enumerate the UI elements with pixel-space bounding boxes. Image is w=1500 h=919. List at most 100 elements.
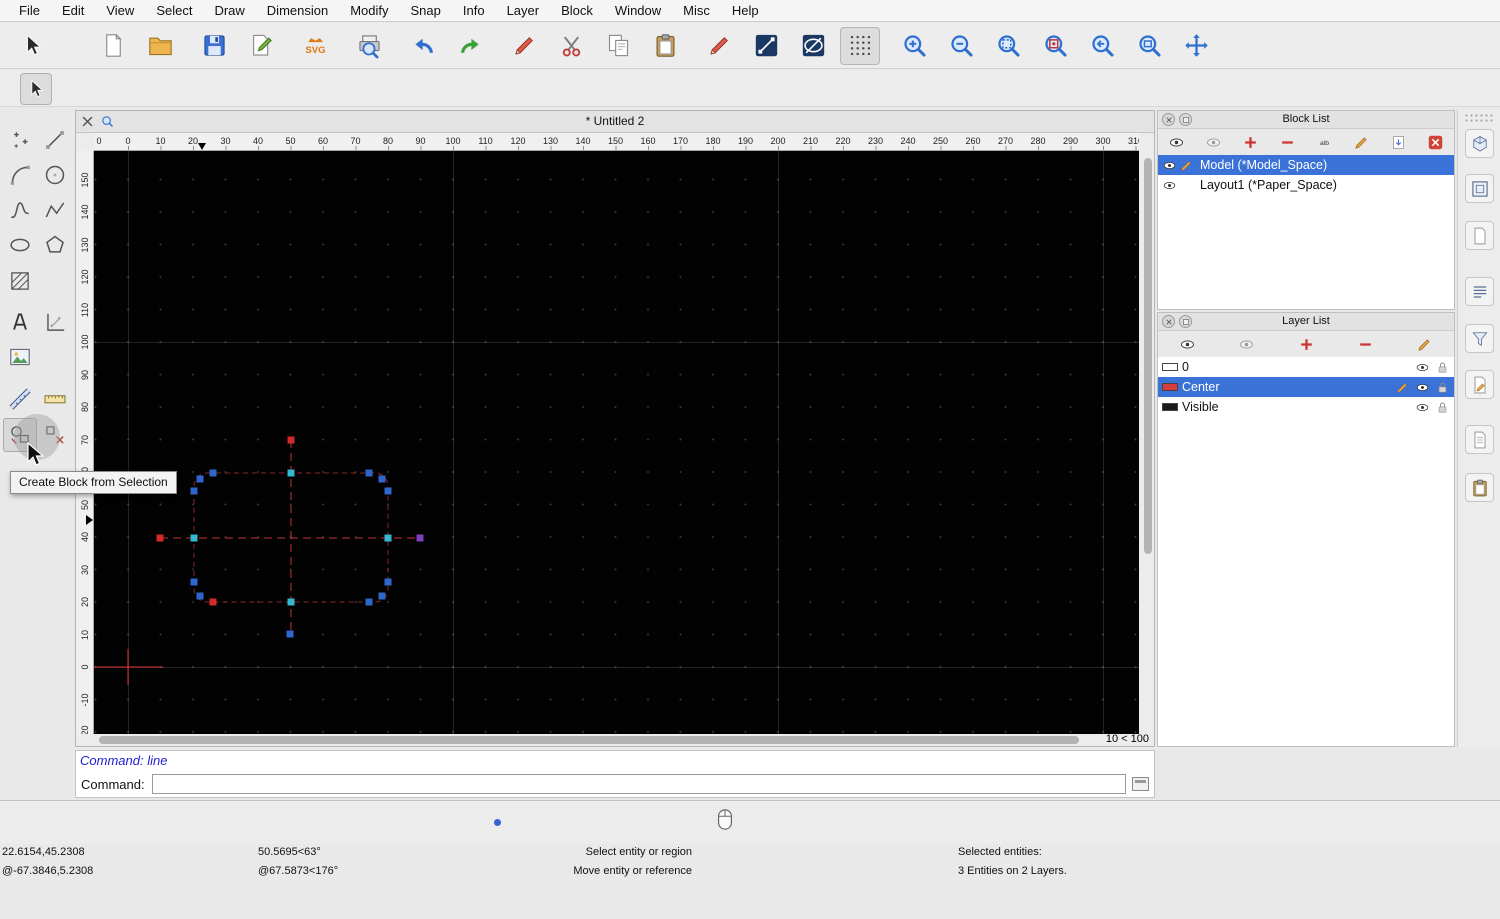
layer-list-close-button[interactable] [1162, 315, 1175, 328]
layer-row-icons[interactable] [1395, 380, 1450, 395]
export-svg-button[interactable]: SVG [295, 27, 335, 65]
block-show-all-button[interactable] [1158, 130, 1195, 154]
select-tool-button[interactable] [20, 73, 52, 105]
paste-button[interactable] [645, 27, 685, 65]
vertical-scrollbar[interactable] [1142, 151, 1154, 734]
draw-line-button[interactable] [38, 123, 72, 157]
zoom-previous-button[interactable] [1082, 27, 1122, 65]
horizontal-scrollbar-thumb[interactable] [99, 736, 1079, 744]
dock-properties-button[interactable] [1465, 425, 1494, 454]
dock-command-widget-button[interactable] [1465, 221, 1494, 250]
save-as-button[interactable] [241, 27, 281, 65]
zoom-selected-button[interactable] [1035, 27, 1075, 65]
draw-arc-button[interactable] [3, 158, 37, 192]
grid-snap-button[interactable] [840, 26, 880, 65]
pan-button[interactable] [1176, 27, 1216, 65]
layer-row-visible[interactable]: Visible [1158, 397, 1454, 417]
dock-layer-list-button[interactable] [1465, 277, 1494, 306]
draw-polygon-button[interactable] [38, 228, 72, 262]
menu-layer[interactable]: Layer [496, 3, 551, 18]
block-hide-all-button[interactable] [1195, 130, 1232, 154]
layer-hide-all-button[interactable] [1217, 332, 1276, 356]
drawing-canvas[interactable] [94, 151, 1139, 734]
document-zoom-icon[interactable] [100, 114, 115, 129]
block-edit-button[interactable] [1343, 130, 1380, 154]
measure-distance-button[interactable] [3, 382, 37, 416]
block-close-button[interactable] [1417, 130, 1454, 154]
print-preview-button[interactable] [349, 27, 389, 65]
block-rename-button[interactable]: alb [1306, 130, 1343, 154]
dock-pen-settings-button[interactable] [1465, 370, 1494, 399]
select-button[interactable] [12, 27, 52, 65]
copy-button[interactable] [598, 27, 638, 65]
block-list-detach-button[interactable] [1179, 113, 1192, 126]
menu-edit[interactable]: Edit [51, 3, 95, 18]
zoom-out-button[interactable] [941, 27, 981, 65]
block-add-button[interactable] [1232, 130, 1269, 154]
draw-circle-button[interactable] [38, 158, 72, 192]
zoom-auto-button[interactable] [988, 27, 1028, 65]
draw-hatch-button[interactable] [3, 264, 37, 298]
attributes-pen-button[interactable] [699, 27, 739, 65]
menu-snap[interactable]: Snap [400, 3, 452, 18]
open-document-button[interactable] [140, 27, 180, 65]
menu-modify[interactable]: Modify [339, 3, 399, 18]
redo-button[interactable] [450, 27, 490, 65]
new-document-button[interactable] [93, 27, 133, 65]
draw-polyline-button[interactable] [38, 193, 72, 227]
layer-remove-button[interactable] [1336, 332, 1395, 356]
menu-help[interactable]: Help [721, 3, 770, 18]
save-button[interactable] [194, 27, 234, 65]
menu-file[interactable]: File [8, 3, 51, 18]
block-remove-button[interactable] [1269, 130, 1306, 154]
vertical-scrollbar-thumb[interactable] [1144, 158, 1152, 554]
cut-button[interactable] [551, 27, 591, 65]
menu-draw[interactable]: Draw [203, 3, 255, 18]
zoom-window-button[interactable] [1129, 27, 1169, 65]
draw-point-button[interactable] [3, 123, 37, 157]
insert-image-button[interactable] [3, 340, 37, 374]
svglogo-icon: SVG [305, 38, 325, 56]
layer-edit-button[interactable] [1395, 332, 1454, 356]
edit-pen-button[interactable] [504, 27, 544, 65]
document-close-button[interactable] [80, 114, 95, 129]
command-detach-button[interactable] [1132, 777, 1149, 791]
menu-info[interactable]: Info [452, 3, 496, 18]
draw-dimension-button[interactable] [38, 305, 72, 339]
block-visibility-toggle[interactable] [1162, 178, 1179, 193]
layer-add-button[interactable] [1276, 332, 1335, 356]
dock-clipboard-button[interactable] [1465, 473, 1494, 502]
layer-row-icons[interactable] [1415, 360, 1450, 375]
menu-dimension[interactable]: Dimension [256, 3, 339, 18]
measure-ruler-button[interactable] [38, 382, 72, 416]
draw-spline-button[interactable] [3, 193, 37, 227]
layer-show-all-button[interactable] [1158, 332, 1217, 356]
menu-view[interactable]: View [95, 3, 145, 18]
layer-row-0[interactable]: 0 [1158, 357, 1454, 377]
block-insert-button[interactable] [1380, 130, 1417, 154]
zoom-in-button[interactable] [894, 27, 934, 65]
layer-row-center[interactable]: Center [1158, 377, 1454, 397]
undo-button[interactable] [403, 27, 443, 65]
dock-drag-handle[interactable] [1464, 113, 1495, 122]
draw-ellipse-button[interactable] [3, 228, 37, 262]
block-row[interactable]: Layout1 (*Paper_Space) [1158, 175, 1454, 195]
command-input[interactable] [151, 774, 1126, 794]
menu-window[interactable]: Window [604, 3, 672, 18]
draw-text-button[interactable] [3, 305, 37, 339]
horizontal-scrollbar[interactable] [94, 734, 1086, 746]
layer-row-icons[interactable] [1415, 400, 1450, 415]
menu-select[interactable]: Select [145, 3, 203, 18]
ellipse-settings-button[interactable] [793, 27, 833, 65]
block-list-close-button[interactable] [1162, 113, 1175, 126]
dock-library-browser-button[interactable] [1465, 174, 1494, 203]
dock-layer-filter-button[interactable] [1465, 324, 1494, 353]
block-row[interactable]: Model (*Model_Space) [1158, 155, 1454, 175]
block-visibility-toggle[interactable] [1162, 158, 1179, 173]
frame-icon [1471, 180, 1488, 197]
dock-block-list-button[interactable] [1465, 129, 1494, 158]
menu-block[interactable]: Block [550, 3, 604, 18]
layer-list-detach-button[interactable] [1179, 315, 1192, 328]
menu-misc[interactable]: Misc [672, 3, 721, 18]
line-settings-button[interactable] [746, 27, 786, 65]
